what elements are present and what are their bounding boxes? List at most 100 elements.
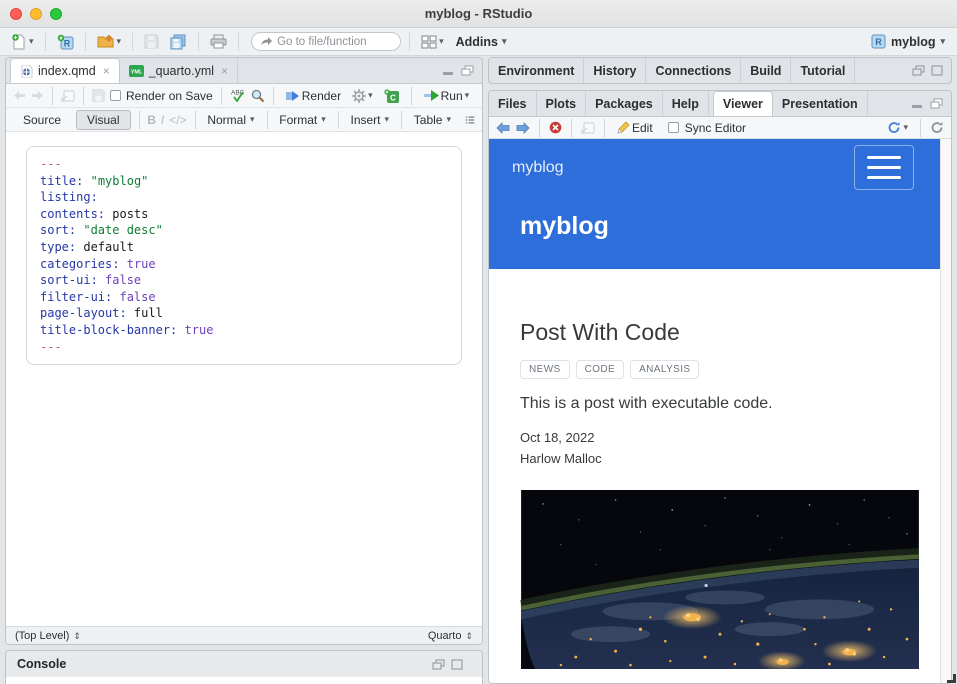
code-line: title: "myblog" xyxy=(40,173,448,190)
close-window-button[interactable] xyxy=(10,8,22,20)
yaml-frontmatter-block[interactable]: ---title: "myblog"listing: contents: pos… xyxy=(26,146,462,365)
tab-environment[interactable]: Environment xyxy=(489,58,584,83)
maximize-pane-icon[interactable] xyxy=(461,65,474,76)
maximize-pane-icon[interactable] xyxy=(930,98,943,109)
source-mode-button[interactable]: Source xyxy=(13,111,71,129)
quarto-file-icon xyxy=(20,65,33,78)
forward-icon[interactable] xyxy=(31,90,44,101)
sync-icon xyxy=(887,121,901,134)
toolbar-separator xyxy=(267,111,268,129)
restore-pane-icon[interactable] xyxy=(912,65,925,76)
scope-selector[interactable]: (Top Level)⇕ xyxy=(15,630,81,642)
format-menu[interactable]: Format ▾ xyxy=(275,111,330,129)
project-icon: R xyxy=(871,34,886,49)
viewer-content: myblog myblog Post With Code NEWS CODE A… xyxy=(489,139,951,683)
toolbar-separator xyxy=(401,111,402,129)
category-badge[interactable]: NEWS xyxy=(520,360,570,379)
tab-files[interactable]: Files xyxy=(489,91,537,116)
minimize-pane-icon[interactable] xyxy=(911,99,924,109)
new-file-icon xyxy=(11,34,27,50)
sync-publish-button[interactable]: ▾ xyxy=(884,119,911,136)
run-button[interactable]: Run ▾ xyxy=(420,87,473,105)
save-all-button[interactable] xyxy=(167,32,190,52)
insert-chunk-icon: C xyxy=(384,89,400,103)
zoom-window-button[interactable] xyxy=(50,8,62,20)
close-icon[interactable]: × xyxy=(221,64,228,78)
tab-history[interactable]: History xyxy=(584,58,646,83)
panes-layout-button[interactable]: ▾ xyxy=(418,33,447,51)
search-icon[interactable] xyxy=(251,89,265,103)
svg-text:R: R xyxy=(875,37,882,47)
open-in-window-icon[interactable] xyxy=(61,90,75,102)
hamburger-menu-button[interactable] xyxy=(854,145,914,190)
run-icon xyxy=(423,90,439,101)
console-title: Console xyxy=(17,657,66,671)
caret-down-icon: ▾ xyxy=(250,115,255,124)
back-icon[interactable] xyxy=(13,90,26,101)
sync-editor-checkbox[interactable] xyxy=(668,122,679,133)
tab-tutorial[interactable]: Tutorial xyxy=(791,58,855,83)
tab-index-qmd[interactable]: index.qmd × xyxy=(10,58,120,83)
category-badge[interactable]: ANALYSIS xyxy=(630,360,699,379)
edit-button[interactable]: Edit xyxy=(614,119,656,137)
console-pane: Console xyxy=(5,650,483,684)
refresh-icon[interactable] xyxy=(930,121,944,134)
paragraph-style-dropdown[interactable]: Normal ▾ xyxy=(203,111,258,129)
spellcheck-icon[interactable]: ABC xyxy=(230,88,246,103)
open-file-button[interactable]: ▾ xyxy=(94,32,125,51)
editor-tabstrip: index.qmd × YML _quarto.yml × xyxy=(6,58,482,84)
tab-plots[interactable]: Plots xyxy=(537,91,587,116)
stop-icon[interactable] xyxy=(549,121,562,134)
pencil-icon xyxy=(617,121,630,134)
render-on-save-checkbox[interactable] xyxy=(110,90,121,101)
close-icon[interactable]: × xyxy=(103,64,110,78)
minimize-window-button[interactable] xyxy=(30,8,42,20)
new-project-button[interactable]: R xyxy=(54,32,77,52)
visual-mode-button[interactable]: Visual xyxy=(76,110,130,130)
tab-help[interactable]: Help xyxy=(663,91,709,116)
print-button[interactable] xyxy=(207,32,230,51)
tab-label: Environment xyxy=(498,64,574,78)
tab-connections[interactable]: Connections xyxy=(646,58,741,83)
insert-menu[interactable]: Insert ▾ xyxy=(347,111,394,129)
blog-navbar-title[interactable]: myblog xyxy=(512,159,564,177)
goto-file-input[interactable] xyxy=(277,36,387,48)
tab-label: Connections xyxy=(655,64,731,78)
filetype-selector[interactable]: Quarto⇕ xyxy=(428,630,473,642)
project-menu[interactable]: R myblog ▾ xyxy=(867,32,949,51)
tab-label: Plots xyxy=(546,97,577,111)
insert-chunk-button[interactable]: C xyxy=(381,87,403,105)
insert-label: Insert xyxy=(351,113,381,127)
category-badge[interactable]: CODE xyxy=(576,360,625,379)
render-button[interactable]: Render xyxy=(282,87,344,105)
code-button[interactable]: </> xyxy=(169,113,186,127)
forward-icon[interactable] xyxy=(516,122,530,134)
maximize-pane-icon[interactable] xyxy=(931,65,943,76)
editor-content[interactable]: ---title: "myblog"listing: contents: pos… xyxy=(6,146,482,583)
save-icon[interactable] xyxy=(92,89,105,102)
editor-settings-button[interactable]: ▾ xyxy=(349,87,376,105)
new-file-button[interactable]: ▾ xyxy=(8,32,37,52)
save-button[interactable] xyxy=(141,32,162,51)
goto-arrow-icon xyxy=(260,36,272,47)
tab-viewer[interactable]: Viewer xyxy=(713,91,773,116)
italic-button[interactable]: I xyxy=(161,113,164,127)
window-resize-grip[interactable] xyxy=(947,674,956,683)
tab-presentation[interactable]: Presentation xyxy=(773,91,868,116)
minimize-pane-icon[interactable] xyxy=(442,66,455,76)
goto-file-search[interactable] xyxy=(251,32,401,51)
bold-button[interactable]: B xyxy=(147,113,156,127)
viewer-scrollbar[interactable] xyxy=(940,139,951,683)
tab-quarto-yml[interactable]: YML _quarto.yml × xyxy=(120,58,238,83)
maximize-pane-icon[interactable] xyxy=(451,659,463,670)
addins-menu[interactable]: Addins ▾ xyxy=(452,33,511,51)
restore-pane-icon[interactable] xyxy=(432,659,445,670)
outline-icon[interactable] xyxy=(465,114,475,126)
console-header[interactable]: Console xyxy=(6,651,482,677)
tab-build[interactable]: Build xyxy=(741,58,791,83)
new-project-icon: R xyxy=(57,34,74,50)
table-menu[interactable]: Table ▾ xyxy=(410,111,455,129)
open-in-window-icon[interactable] xyxy=(581,122,595,134)
back-icon[interactable] xyxy=(496,122,510,134)
tab-packages[interactable]: Packages xyxy=(586,91,663,116)
